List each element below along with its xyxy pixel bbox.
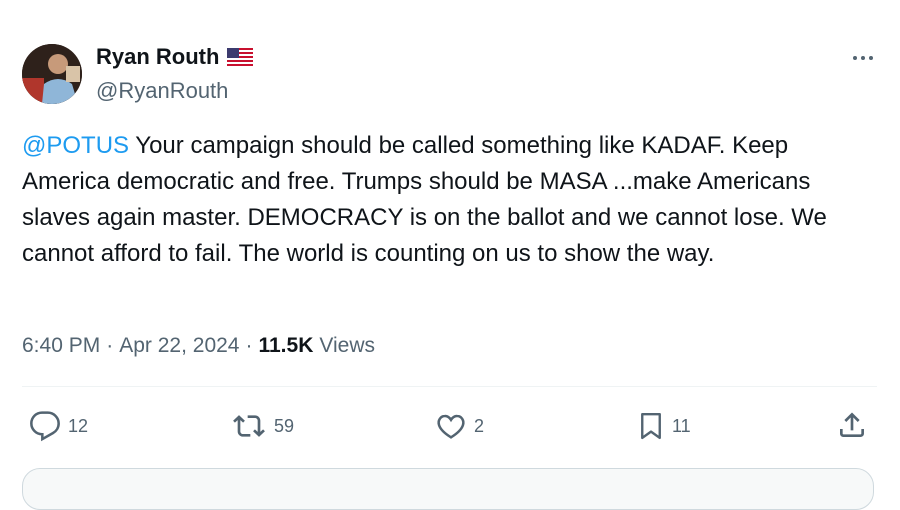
more-icon[interactable] xyxy=(848,48,878,68)
avatar[interactable] xyxy=(22,44,82,104)
like-icon xyxy=(437,414,465,439)
tweet-body: Your campaign should be called something… xyxy=(22,132,834,267)
like-button[interactable]: 2 xyxy=(434,410,484,442)
tweet-date[interactable]: Apr 22, 2024 xyxy=(119,334,239,358)
author-name-row[interactable]: Ryan Routh xyxy=(96,44,254,70)
tweet-meta: 6:40 PM · Apr 22, 2024 · 11.5K Views xyxy=(22,334,375,358)
author-handle[interactable]: @RyanRouth xyxy=(96,78,228,104)
reply-count: 12 xyxy=(68,415,89,436)
tweet-text: @POTUS Your campaign should be called so… xyxy=(22,128,862,272)
repost-button[interactable]: 59 xyxy=(230,410,294,442)
tweet-time[interactable]: 6:40 PM xyxy=(22,334,100,358)
bookmark-icon xyxy=(641,412,661,440)
views-count[interactable]: 11.5K xyxy=(258,334,313,358)
share-button[interactable] xyxy=(836,408,868,442)
views-label: Views xyxy=(319,334,376,357)
mention-link[interactable]: @POTUS xyxy=(22,132,129,159)
like-count: 2 xyxy=(474,415,485,436)
reply-input-box[interactable] xyxy=(22,468,874,510)
us-flag-icon xyxy=(227,48,254,66)
separator: · xyxy=(106,334,114,357)
bookmark-button[interactable]: 11 xyxy=(636,410,691,442)
author-display-name[interactable]: Ryan Routh xyxy=(96,44,219,70)
reply-button[interactable]: 12 xyxy=(28,410,88,442)
divider xyxy=(22,386,877,387)
share-icon xyxy=(840,412,864,437)
repost-count: 59 xyxy=(274,415,295,436)
bookmark-count: 11 xyxy=(672,415,691,436)
separator: · xyxy=(245,334,253,357)
action-bar: 12 59 2 11 xyxy=(0,406,900,446)
repost-icon xyxy=(233,415,265,437)
reply-icon xyxy=(30,411,60,442)
